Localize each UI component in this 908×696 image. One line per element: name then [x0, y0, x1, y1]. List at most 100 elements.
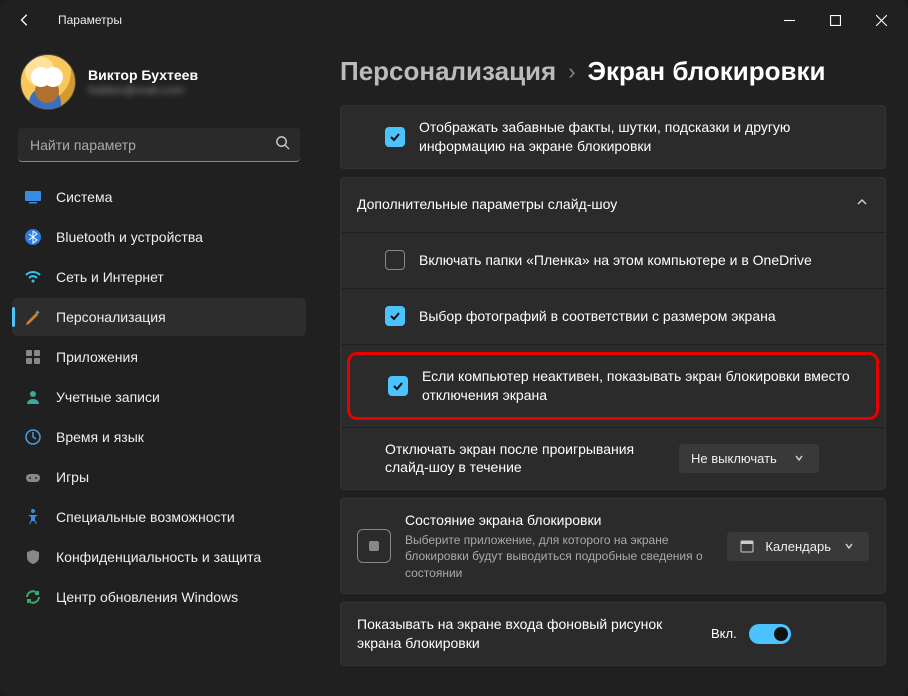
profile-text: Виктор Бухтеев hidden@mail.com [88, 67, 198, 97]
breadcrumb-parent[interactable]: Персонализация [340, 56, 556, 87]
lockscreen-status-text: Состояние экрана блокировки Выберите при… [405, 511, 713, 580]
turn-off-label: Отключать экран после проигрывания слайд… [385, 440, 665, 478]
system-icon [24, 188, 42, 206]
fun-facts-label: Отображать забавные факты, шутки, подска… [419, 118, 869, 156]
highlight-annotation: Если компьютер неактивен, показывать экр… [347, 352, 879, 420]
lockscreen-status-icon [357, 529, 391, 563]
include-camera-roll-row[interactable]: Включать папки «Пленка» на этом компьюте… [341, 232, 885, 288]
profile[interactable]: Виктор Бухтеев hidden@mail.com [12, 50, 306, 124]
maximize-icon [830, 15, 841, 26]
search-input[interactable] [18, 128, 300, 162]
turn-off-row: Отключать экран после проигрывания слайд… [341, 427, 885, 490]
idle-lockscreen-label: Если компьютер неактивен, показывать экр… [422, 367, 860, 405]
lockscreen-status-desc: Выберите приложение, для которого на экр… [405, 532, 713, 581]
fit-to-screen-checkbox[interactable] [385, 306, 405, 326]
signin-bg-label: Показывать на экране входа фоновый рисун… [357, 615, 697, 653]
app-title: Параметры [58, 13, 122, 27]
main-content: Персонализация › Экран блокировки Отобра… [312, 50, 908, 686]
slideshow-header-label: Дополнительные параметры слайд-шоу [357, 195, 841, 214]
profile-email: hidden@mail.com [88, 83, 198, 97]
accounts-icon [24, 388, 42, 406]
signin-bg-row: Показывать на экране входа фоновый рисун… [341, 603, 885, 665]
lockscreen-status-dropdown[interactable]: Календарь [727, 532, 869, 561]
slideshow-card: Дополнительные параметры слайд-шоу Включ… [340, 177, 886, 491]
fun-facts-card: Отображать забавные факты, шутки, подска… [340, 105, 886, 169]
check-icon [392, 380, 404, 392]
fun-facts-checkbox[interactable] [385, 127, 405, 147]
wifi-icon [24, 268, 42, 286]
sidebar-item-label: Специальные возможности [56, 509, 235, 525]
lockscreen-status-card: Состояние экрана блокировки Выберите при… [340, 498, 886, 593]
sidebar-item-label: Учетные записи [56, 389, 160, 405]
gaming-icon [24, 468, 42, 486]
sidebar-item-network[interactable]: Сеть и Интернет [12, 258, 306, 296]
minimize-icon [784, 15, 795, 26]
breadcrumb: Персонализация › Экран блокировки [340, 56, 886, 87]
check-icon [389, 310, 401, 322]
sidebar-item-label: Сеть и Интернет [56, 269, 164, 285]
windows-update-icon [24, 588, 42, 606]
sidebar-item-accounts[interactable]: Учетные записи [12, 378, 306, 416]
chevron-up-icon [855, 195, 869, 214]
sidebar-item-personalization[interactable]: Персонализация [12, 298, 306, 336]
back-button[interactable] [10, 5, 40, 35]
shield-icon [24, 548, 42, 566]
close-button[interactable] [858, 4, 904, 36]
signin-bg-toggle-wrap: Вкл. [711, 624, 791, 644]
window-controls [766, 4, 904, 36]
fit-to-screen-label: Выбор фотографий в соответствии с размер… [419, 307, 869, 326]
include-camera-roll-checkbox[interactable] [385, 250, 405, 270]
sidebar-item-label: Центр обновления Windows [56, 589, 238, 605]
search-wrap [18, 128, 300, 162]
sidebar: Виктор Бухтеев hidden@mail.com Система B… [12, 50, 312, 686]
chevron-down-icon [791, 452, 807, 464]
lockscreen-status-title: Состояние экрана блокировки [405, 511, 713, 530]
idle-lockscreen-checkbox[interactable] [388, 376, 408, 396]
apps-icon [24, 348, 42, 366]
avatar [20, 54, 76, 110]
titlebar: Параметры [0, 0, 908, 40]
turn-off-value: Не выключать [691, 451, 777, 466]
maximize-button[interactable] [812, 4, 858, 36]
profile-name: Виктор Бухтеев [88, 67, 198, 83]
fun-facts-row[interactable]: Отображать забавные факты, шутки, подска… [341, 106, 885, 168]
include-camera-roll-label: Включать папки «Пленка» на этом компьюте… [419, 251, 869, 270]
accessibility-icon [24, 508, 42, 526]
sidebar-item-gaming[interactable]: Игры [12, 458, 306, 496]
settings-window: Параметры Виктор Бухтеев hidden@mail.com [0, 0, 908, 696]
bluetooth-icon [24, 228, 42, 246]
sidebar-item-system[interactable]: Система [12, 178, 306, 216]
sidebar-item-time-language[interactable]: Время и язык [12, 418, 306, 456]
turn-off-dropdown[interactable]: Не выключать [679, 444, 819, 473]
sidebar-item-windows-update[interactable]: Центр обновления Windows [12, 578, 306, 616]
page-title: Экран блокировки [588, 56, 826, 87]
sidebar-item-label: Персонализация [56, 309, 166, 325]
nav: Система Bluetooth и устройства Сеть и Ин… [12, 178, 306, 616]
sidebar-item-label: Игры [56, 469, 89, 485]
sidebar-item-privacy[interactable]: Конфиденциальность и защита [12, 538, 306, 576]
sidebar-item-accessibility[interactable]: Специальные возможности [12, 498, 306, 536]
lockscreen-status-row: Состояние экрана блокировки Выберите при… [341, 499, 885, 592]
signin-bg-card: Показывать на экране входа фоновый рисун… [340, 602, 886, 666]
personalization-icon [24, 308, 42, 326]
sidebar-item-label: Конфиденциальность и защита [56, 549, 261, 565]
lockscreen-status-value: Календарь [765, 539, 831, 554]
check-icon [389, 131, 401, 143]
close-icon [876, 15, 887, 26]
arrow-left-icon [18, 13, 32, 27]
body-area: Виктор Бухтеев hidden@mail.com Система B… [0, 40, 908, 696]
signin-bg-toggle[interactable] [749, 624, 791, 644]
idle-lockscreen-row[interactable]: Если компьютер неактивен, показывать экр… [350, 355, 876, 417]
sidebar-item-apps[interactable]: Приложения [12, 338, 306, 376]
search-icon [275, 135, 290, 155]
time-language-icon [24, 428, 42, 446]
minimize-button[interactable] [766, 4, 812, 36]
slideshow-header-row[interactable]: Дополнительные параметры слайд-шоу [341, 178, 885, 232]
calendar-icon [739, 539, 755, 553]
sidebar-item-label: Система [56, 189, 112, 205]
fit-to-screen-row[interactable]: Выбор фотографий в соответствии с размер… [341, 288, 885, 344]
titlebar-left: Параметры [10, 5, 122, 35]
chevron-down-icon [841, 540, 857, 552]
sidebar-item-bluetooth[interactable]: Bluetooth и устройства [12, 218, 306, 256]
sidebar-item-label: Приложения [56, 349, 138, 365]
